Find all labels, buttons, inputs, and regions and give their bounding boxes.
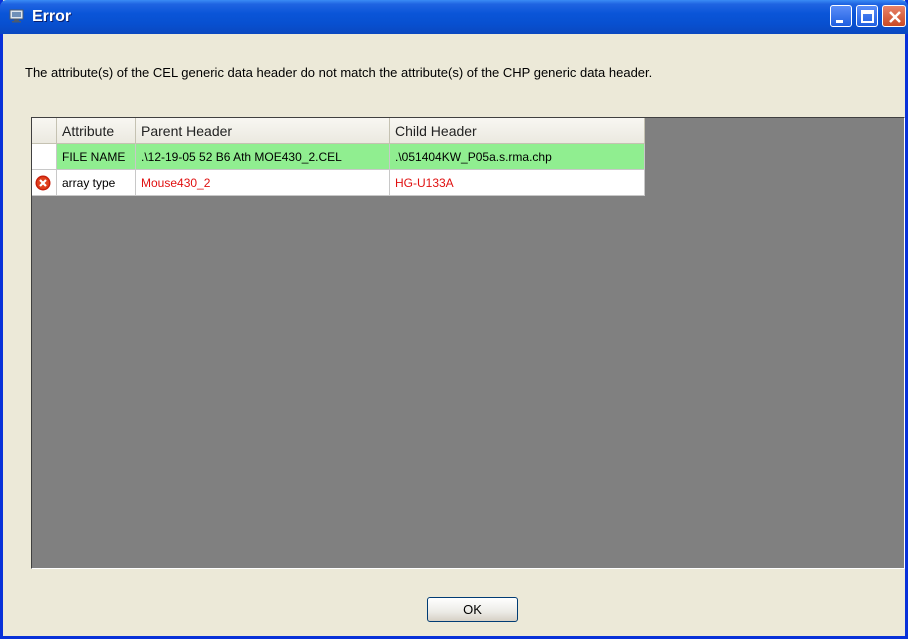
table-row[interactable]: FILE NAME .\12-19-05 52 B6 Ath MOE430_2.… — [32, 143, 645, 170]
attribute-column-header[interactable]: Attribute — [56, 118, 136, 144]
attribute-cell: FILE NAME — [56, 143, 136, 170]
window-title: Error — [32, 8, 72, 25]
minimize-button[interactable] — [830, 5, 852, 27]
close-icon — [889, 11, 901, 23]
table-row[interactable]: array type Mouse430_2 HG-U133A — [32, 169, 645, 196]
ok-button[interactable]: OK — [427, 597, 518, 622]
child-value-cell: .\051404KW_P05a.s.rma.chp — [389, 143, 645, 170]
child-value-cell: HG-U133A — [389, 169, 645, 196]
table-header-row: Attribute Parent Header Child Header — [32, 118, 645, 144]
parent-header-column-header[interactable]: Parent Header — [135, 118, 390, 144]
close-button[interactable] — [882, 5, 906, 27]
child-header-column-header[interactable]: Child Header — [389, 118, 645, 144]
parent-value-cell: Mouse430_2 — [135, 169, 390, 196]
error-message: The attribute(s) of the CEL generic data… — [25, 65, 653, 80]
row-status-cell — [32, 169, 57, 196]
error-dialog: Error The attribute(s) of the CEL generi… — [0, 0, 908, 639]
app-window-icon — [9, 9, 25, 23]
status-column-header[interactable] — [32, 118, 57, 144]
attribute-cell: array type — [56, 169, 136, 196]
minimize-icon — [836, 20, 843, 23]
header-comparison-grid[interactable]: Attribute Parent Header Child Header FIL… — [31, 117, 905, 569]
title-bar[interactable]: Error — [0, 0, 908, 34]
row-status-cell — [32, 143, 57, 170]
error-icon — [35, 175, 51, 190]
maximize-icon — [861, 10, 874, 23]
parent-value-cell: .\12-19-05 52 B6 Ath MOE430_2.CEL — [135, 143, 390, 170]
comparison-table: Attribute Parent Header Child Header FIL… — [32, 118, 645, 196]
maximize-button[interactable] — [856, 5, 878, 27]
